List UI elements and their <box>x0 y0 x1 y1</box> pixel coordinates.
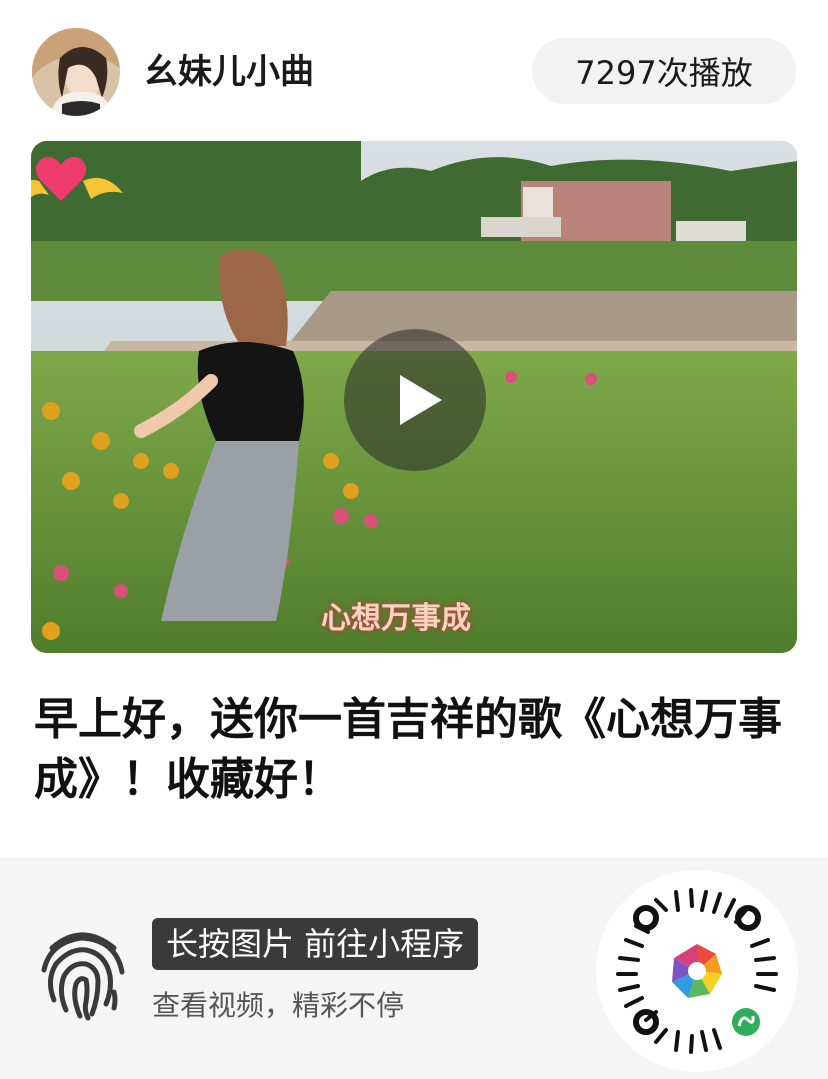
post-title[interactable]: 早上好，送你一首吉祥的歌《心想万事成》！收藏好！ <box>34 690 794 810</box>
mini-program-code-icon <box>596 870 798 1072</box>
play-count-badge: 7297次播放 <box>532 38 796 104</box>
long-press-hint-badge: 长按图片 前往小程序 <box>152 918 479 970</box>
mini-program-footer[interactable]: 长按图片 前往小程序 查看视频，精彩不停 <box>0 858 828 1079</box>
play-icon <box>400 375 442 425</box>
fingerprint-icon <box>30 918 134 1022</box>
post-header: 幺妹儿小曲 7297次播放 <box>0 0 828 140</box>
footer-subtitle: 查看视频，精彩不停 <box>152 989 405 1022</box>
play-button[interactable] <box>344 329 486 471</box>
mini-program-code[interactable] <box>596 870 798 1072</box>
author-avatar[interactable] <box>32 28 120 116</box>
video-thumbnail[interactable]: 心想万事成 <box>31 141 797 653</box>
video-caption-overlay: 心想万事成 <box>321 601 471 636</box>
author-name[interactable]: 幺妹儿小曲 <box>144 50 314 94</box>
